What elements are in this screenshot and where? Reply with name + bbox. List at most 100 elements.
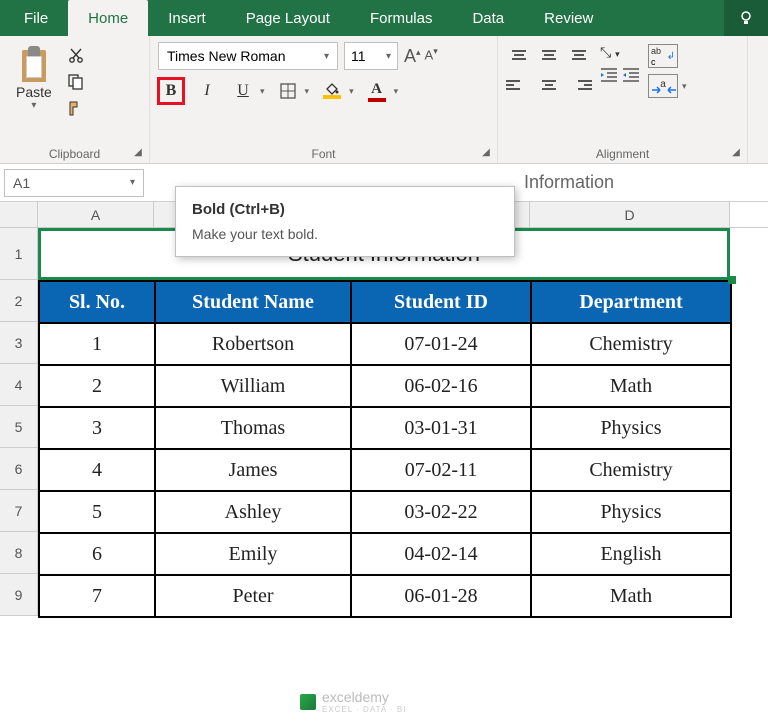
th-id[interactable]: Student ID (351, 281, 531, 323)
copy-button[interactable] (66, 72, 86, 92)
cell[interactable]: 06-02-16 (351, 365, 531, 407)
shrink-font-button[interactable]: A▾ (425, 46, 438, 67)
decrease-indent-button[interactable] (600, 67, 618, 88)
align-top-left[interactable] (506, 42, 532, 68)
name-box[interactable]: A1 ▾ (4, 169, 144, 197)
cell[interactable]: 07-02-11 (351, 449, 531, 491)
tab-page-layout[interactable]: Page Layout (226, 0, 350, 36)
borders-dropdown[interactable]: ▾ (305, 86, 310, 97)
cell[interactable]: Chemistry (531, 323, 731, 365)
cell[interactable]: Peter (155, 575, 351, 617)
table-row: 7Peter06-01-28Math (39, 575, 731, 617)
alignment-launcher[interactable]: ◢ (729, 145, 743, 159)
cell[interactable]: Chemistry (531, 449, 731, 491)
select-all-corner[interactable] (0, 202, 38, 227)
orientation-button[interactable]: ⤡ ▾ (600, 44, 640, 61)
paste-button[interactable]: Paste ▾ (8, 42, 60, 115)
fill-color-button[interactable] (319, 78, 345, 104)
cell[interactable]: 1 (39, 323, 155, 365)
grow-font-button[interactable]: A▴ (404, 46, 421, 67)
align-center[interactable] (536, 72, 562, 98)
cell[interactable]: 04-02-14 (351, 533, 531, 575)
cell[interactable]: Math (531, 575, 731, 617)
font-color-dropdown[interactable]: ▾ (394, 86, 399, 97)
tab-review[interactable]: Review (524, 0, 613, 36)
paste-dropdown[interactable]: ▾ (31, 100, 36, 111)
row-header[interactable]: 4 (0, 364, 38, 406)
tab-formulas[interactable]: Formulas (350, 0, 453, 36)
cell[interactable]: 06-01-28 (351, 575, 531, 617)
cell[interactable]: 6 (39, 533, 155, 575)
borders-button[interactable] (275, 78, 301, 104)
chevron-down-icon: ▾ (386, 51, 391, 62)
selection-handle[interactable] (728, 276, 736, 284)
cell[interactable]: Physics (531, 491, 731, 533)
th-slno[interactable]: Sl. No. (39, 281, 155, 323)
table-header-row: Sl. No. Student Name Student ID Departme… (39, 281, 731, 323)
cell[interactable]: Thomas (155, 407, 351, 449)
cell[interactable]: Math (531, 365, 731, 407)
cell[interactable]: Ashley (155, 491, 351, 533)
cell[interactable]: 4 (39, 449, 155, 491)
row-header[interactable]: 5 (0, 406, 38, 448)
th-dept[interactable]: Department (531, 281, 731, 323)
align-top-right[interactable] (566, 42, 592, 68)
cell[interactable]: 03-01-31 (351, 407, 531, 449)
merge-center-button[interactable]: a ▾ (648, 74, 687, 98)
clipboard-icon (18, 46, 50, 82)
watermark-text: exceldemy (322, 689, 389, 705)
col-header-d[interactable]: D (530, 202, 730, 227)
underline-dropdown[interactable]: ▾ (260, 86, 265, 97)
tell-me-button[interactable] (724, 0, 768, 36)
worksheet-grid: A B C D 1 2 3 4 5 6 7 8 9 Student Inform… (0, 202, 768, 618)
font-color-button[interactable]: A (364, 78, 390, 104)
row-header[interactable]: 2 (0, 280, 38, 322)
tab-home[interactable]: Home (68, 0, 148, 36)
group-label-alignment: Alignment (498, 147, 747, 161)
cell[interactable]: William (155, 365, 351, 407)
bucket-icon (324, 83, 340, 95)
th-name[interactable]: Student Name (155, 281, 351, 323)
increase-indent-button[interactable] (622, 67, 640, 88)
align-right[interactable] (566, 72, 592, 98)
bulb-icon (737, 9, 755, 27)
merge-dropdown[interactable]: ▾ (682, 81, 687, 92)
wrap-text-button[interactable]: ab↲c (648, 44, 687, 68)
cell[interactable]: Emily (155, 533, 351, 575)
font-name-combo[interactable]: Times New Roman ▾ (158, 42, 338, 70)
col-header-a[interactable]: A (38, 202, 154, 227)
row-header[interactable]: 9 (0, 574, 38, 616)
row-header[interactable]: 1 (0, 228, 38, 280)
row-header[interactable]: 6 (0, 448, 38, 490)
tab-insert[interactable]: Insert (148, 0, 226, 36)
fill-color-dropdown[interactable]: ▾ (349, 86, 354, 97)
cell[interactable]: 5 (39, 491, 155, 533)
cell[interactable]: Physics (531, 407, 731, 449)
italic-button[interactable]: I (194, 78, 220, 104)
align-top-center[interactable] (536, 42, 562, 68)
underline-button[interactable]: U (230, 78, 256, 104)
tab-file[interactable]: File (4, 0, 68, 36)
cell[interactable]: James (155, 449, 351, 491)
cell[interactable]: 07-01-24 (351, 323, 531, 365)
cell[interactable]: 03-02-22 (351, 491, 531, 533)
cell[interactable]: 7 (39, 575, 155, 617)
format-painter-button[interactable] (66, 98, 86, 118)
ribbon: Paste ▾ Clipboard ◢ Times New (0, 36, 768, 164)
watermark: exceldemy EXCEL · DATA · BI (300, 689, 406, 714)
row-header[interactable]: 7 (0, 490, 38, 532)
tooltip-body: Make your text bold. (192, 226, 498, 242)
tab-data[interactable]: Data (452, 0, 524, 36)
cut-button[interactable] (66, 46, 86, 66)
font-launcher[interactable]: ◢ (479, 145, 493, 159)
cell[interactable]: 2 (39, 365, 155, 407)
cell[interactable]: Robertson (155, 323, 351, 365)
row-header[interactable]: 3 (0, 322, 38, 364)
bold-button[interactable]: B (158, 78, 184, 104)
align-left[interactable] (506, 72, 532, 98)
clipboard-launcher[interactable]: ◢ (131, 145, 145, 159)
font-size-combo[interactable]: 11 ▾ (344, 42, 398, 70)
cell[interactable]: English (531, 533, 731, 575)
cell[interactable]: 3 (39, 407, 155, 449)
row-header[interactable]: 8 (0, 532, 38, 574)
